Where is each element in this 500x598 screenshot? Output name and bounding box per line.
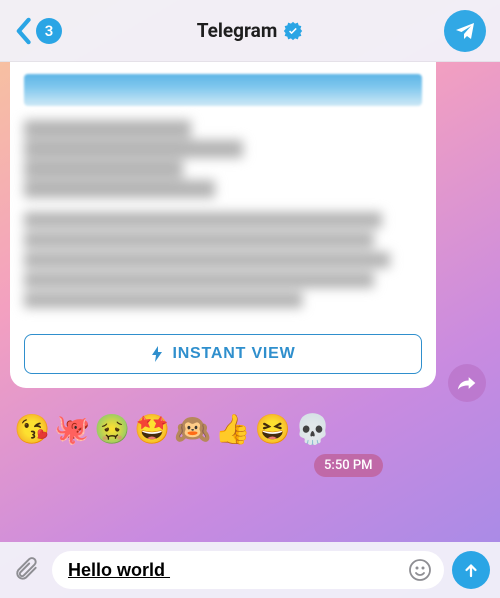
chat-header: 3 Telegram xyxy=(0,0,500,62)
telegram-plane-icon xyxy=(453,19,477,43)
link-preview-image xyxy=(24,74,422,106)
lightning-icon xyxy=(150,346,164,362)
reaction-emoji[interactable]: 🤩 xyxy=(134,416,170,445)
message-timestamp: 5:50 PM xyxy=(314,454,383,477)
reaction-emoji[interactable]: 😘 xyxy=(14,416,50,445)
reaction-emoji[interactable]: 💀 xyxy=(295,416,331,445)
chat-area: INSTANT VIEW 😘 🐙 🤢 🤩 🙉 👍 😆 💀 5:50 PM xyxy=(0,62,500,542)
reaction-emoji[interactable]: 🤢 xyxy=(94,416,130,445)
instant-view-label: INSTANT VIEW xyxy=(172,345,295,363)
message-bubble[interactable]: INSTANT VIEW xyxy=(10,62,436,388)
link-preview-text xyxy=(24,120,422,320)
arrow-up-icon xyxy=(462,561,480,579)
composer-bar xyxy=(0,542,500,598)
attach-button[interactable] xyxy=(10,553,44,587)
paperclip-icon xyxy=(14,557,40,583)
chat-title: Telegram xyxy=(197,19,278,42)
smiley-icon xyxy=(408,558,432,582)
reaction-emoji[interactable]: 👍 xyxy=(215,416,251,445)
reaction-strip: 😘 🐙 🤢 🤩 🙉 👍 😆 💀 xyxy=(14,416,331,445)
reaction-emoji[interactable]: 🐙 xyxy=(54,416,90,445)
channel-avatar[interactable] xyxy=(444,10,486,52)
emoji-picker-button[interactable] xyxy=(406,556,434,584)
reaction-emoji[interactable]: 🙉 xyxy=(174,416,210,445)
back-button[interactable]: 3 xyxy=(14,17,62,45)
reaction-emoji[interactable]: 😆 xyxy=(255,416,291,445)
message-input[interactable] xyxy=(68,560,406,581)
verified-badge-icon xyxy=(283,21,303,41)
forward-button[interactable] xyxy=(448,364,486,402)
send-button[interactable] xyxy=(452,551,490,589)
chevron-left-icon xyxy=(14,17,32,45)
message-input-pill xyxy=(52,551,444,589)
unread-count-badge: 3 xyxy=(36,18,62,44)
instant-view-button[interactable]: INSTANT VIEW xyxy=(24,334,422,374)
forward-arrow-icon xyxy=(457,374,477,392)
